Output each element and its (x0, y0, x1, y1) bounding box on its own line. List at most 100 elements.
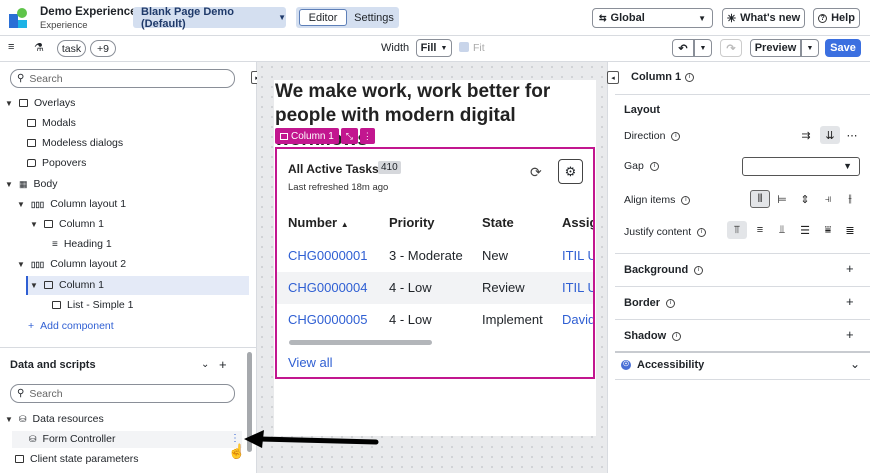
border-section[interactable]: Border i (624, 297, 676, 309)
add-icon[interactable]: + (846, 294, 854, 309)
table-row: CHG0000005 4 - Low Implement David (277, 304, 593, 336)
tree-item-list-simple-1[interactable]: List - Simple 1 (52, 299, 134, 311)
redo-button[interactable]: ↷ (720, 39, 742, 57)
settings-gear-button[interactable]: ⚙ (558, 159, 583, 184)
gap-select[interactable]: ▼ (742, 157, 860, 176)
align-baseline-icon[interactable]: ⫲ (840, 190, 860, 208)
tree-item-heading-1[interactable]: ≡ Heading 1 (52, 238, 112, 250)
row-number-link[interactable]: CHG0000004 (288, 280, 368, 295)
count-badge: 410 (378, 161, 401, 174)
help-button[interactable]: ? Help (813, 8, 860, 28)
chevron-down-icon[interactable]: ⌄ (850, 357, 860, 371)
direction-row-icon[interactable]: ⇉ (796, 126, 816, 144)
fit-label: Fit (473, 42, 485, 54)
preview-menu-button[interactable]: ▼ (801, 39, 819, 57)
tree-label: Form Controller (42, 433, 116, 445)
data-search-input[interactable]: ⚲ Search (10, 384, 235, 403)
align-start-icon[interactable]: ⊨ (772, 190, 792, 208)
row-number-link[interactable]: CHG0000001 (288, 248, 368, 263)
row-priority: 3 - Moderate (389, 248, 463, 263)
search-icon: ⚲ (17, 388, 25, 399)
tab-editor[interactable]: Editor (299, 9, 347, 26)
fit-checkbox[interactable] (459, 42, 469, 52)
refresh-icon[interactable]: ⟳ (530, 164, 542, 181)
flask-icon[interactable]: ⚗ (34, 41, 44, 54)
direction-column-icon[interactable]: ⇊ (820, 126, 840, 144)
row-assigned-link[interactable]: David (562, 312, 593, 327)
chevron-down-icon: ▼ (698, 13, 706, 23)
tree-item-column-1[interactable]: ▼ Column 1 (30, 218, 104, 230)
column-header-assigned[interactable]: Assig (562, 215, 593, 230)
direction-label: Direction i (624, 130, 681, 142)
tree-item-popovers[interactable]: Popovers (27, 157, 86, 169)
accessibility-section[interactable]: ☉ Accessibility (621, 359, 704, 371)
tree-label: Data resources (32, 413, 104, 425)
tree-item-modeless-dialogs[interactable]: Modeless dialogs (27, 137, 123, 149)
selection-label-chip[interactable]: Column 1 (275, 128, 339, 144)
row-number-link[interactable]: CHG0000005 (288, 312, 368, 327)
whats-new-button[interactable]: ✳ What's new (722, 8, 805, 28)
search-icon: ⚲ (17, 73, 25, 84)
move-icon[interactable]: ⤡ (340, 128, 358, 144)
undo-menu-button[interactable]: ▼ (694, 39, 712, 57)
row-state: Implement (482, 312, 543, 327)
menu-icon[interactable]: ≡ (8, 41, 14, 53)
chip-more[interactable]: +9 (90, 40, 116, 57)
add-icon[interactable]: + (846, 261, 854, 276)
row-assigned-link[interactable]: ITIL U (562, 248, 593, 263)
background-section[interactable]: Background i (624, 264, 704, 276)
layout-section-title: Layout (624, 104, 661, 116)
row-assigned-link[interactable]: ITIL U (562, 280, 593, 295)
tree-item-column-1-selected[interactable]: ▼ Column 1 (30, 279, 104, 291)
justify-end-icon[interactable]: ⫫ (772, 221, 792, 239)
column-header-state[interactable]: State (482, 215, 514, 230)
align-stretch-icon[interactable]: ⫴ (750, 190, 770, 208)
expand-panel-icon[interactable]: ◂ (607, 71, 619, 84)
sparkle-icon: ✳ (726, 12, 737, 25)
tree-item-column-layout-1[interactable]: ▼ ▯▯▯ Column layout 1 (17, 198, 126, 210)
add-icon[interactable]: + (219, 357, 227, 372)
page-select[interactable]: Blank Page Demo (Default) ▼ (133, 6, 286, 30)
justify-evenly-icon[interactable]: ≣ (840, 221, 860, 239)
tree-item-column-layout-2[interactable]: ▼ ▯▯▯ Column layout 2 (17, 258, 126, 270)
tree-item-data-resources[interactable]: ▼ ⛁ Data resources (5, 413, 104, 425)
justify-around-icon[interactable]: ⩸ (818, 221, 838, 239)
more-options-icon[interactable]: ⋮ (359, 128, 375, 144)
tree-item-body[interactable]: ▼ ▦ Body (5, 178, 57, 190)
column-header-number[interactable]: Number ▲ (288, 215, 349, 230)
width-select[interactable]: Fill ▼ (416, 39, 452, 57)
horizontal-scrollbar[interactable] (289, 340, 432, 345)
tree-item-modals[interactable]: Modals (27, 117, 76, 129)
tree-item-form-controller[interactable]: ⛁ Form Controller (29, 433, 115, 445)
justify-start-icon[interactable]: ⫪ (727, 221, 747, 239)
align-items-text: Align items (624, 194, 676, 206)
tab-settings[interactable]: Settings (352, 9, 396, 26)
header-label: Number (288, 215, 338, 230)
add-component-link[interactable]: + Add component (28, 320, 114, 332)
justify-center-icon[interactable]: ≡ (750, 221, 770, 239)
divider (615, 286, 870, 287)
view-all-link[interactable]: View all (288, 355, 333, 370)
scope-select[interactable]: ⇆ Global ▼ (592, 8, 713, 28)
tree-item-client-state-parameters[interactable]: Client state parameters (15, 453, 139, 465)
add-icon[interactable]: + (846, 327, 854, 342)
app-title: Demo Experience (40, 6, 137, 18)
more-icon[interactable]: ⋯ (842, 126, 862, 144)
column-icon (44, 220, 53, 228)
chevron-down-icon[interactable]: ⌄ (201, 359, 209, 370)
chip-task[interactable]: task (57, 40, 86, 57)
justify-between-icon[interactable]: ☰ (795, 221, 815, 239)
info-icon: i (681, 195, 691, 205)
search-input[interactable]: ⚲ Search (10, 69, 235, 88)
save-button[interactable]: Save (825, 39, 861, 57)
column-header-priority[interactable]: Priority (389, 215, 435, 230)
section-label: Background (624, 264, 689, 276)
undo-button[interactable]: ↶ (672, 39, 694, 57)
align-center-icon[interactable]: ⇕ (795, 190, 815, 208)
tree-item-overlays[interactable]: ▼ Overlays (5, 97, 75, 109)
align-end-icon[interactable]: ⫣ (818, 190, 838, 208)
info-icon: i (671, 131, 681, 141)
preview-button[interactable]: Preview (750, 39, 801, 57)
section-label: Border (624, 297, 661, 309)
shadow-section[interactable]: Shadow i (624, 330, 682, 342)
